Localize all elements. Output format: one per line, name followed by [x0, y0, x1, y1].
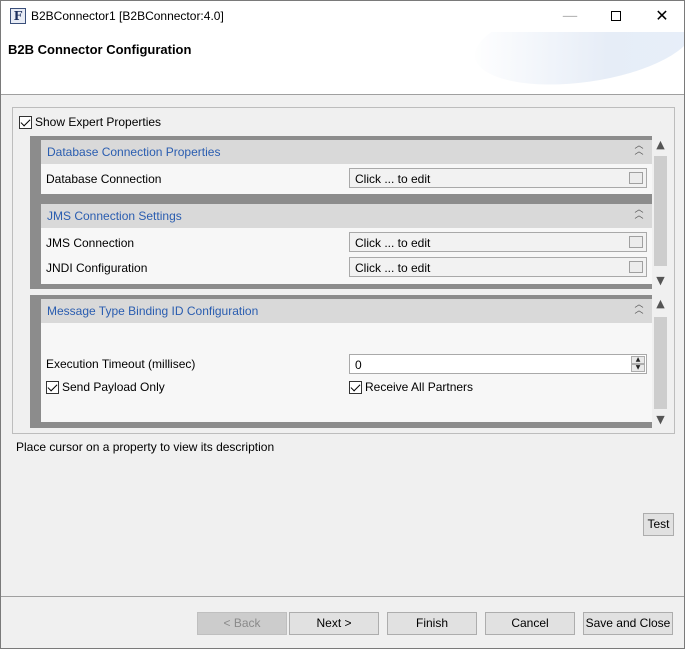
show-expert-checkbox[interactable]: [19, 116, 32, 129]
connection-panel: Database Connection Properties ︿ ︿ Databa…: [30, 136, 663, 289]
finish-button[interactable]: Finish: [387, 612, 477, 635]
send-payload-checkbox[interactable]: [46, 381, 59, 394]
send-payload-label: Send Payload Only: [62, 380, 165, 394]
message-section-title: Message Type Binding ID Configuration: [47, 304, 259, 318]
spin-down-icon[interactable]: ▼: [631, 364, 645, 372]
scroll-up-icon[interactable]: ▲: [652, 295, 669, 312]
dialog-window: F B2BConnector1 [B2BConnector:4.0] — ✕ B…: [0, 0, 685, 649]
connection-panel-scrollbar[interactable]: ▲ ▼: [652, 136, 669, 289]
execution-timeout-spinner[interactable]: ▲ ▼: [631, 356, 645, 372]
jndi-configuration-edit-button[interactable]: [629, 261, 643, 273]
message-section-body: Execution Timeout (millisec) 0 ▲ ▼ Send …: [41, 323, 653, 422]
database-section-header[interactable]: Database Connection Properties ︿ ︿: [41, 140, 653, 164]
title-bar: F B2BConnector1 [B2BConnector:4.0] — ✕: [1, 1, 684, 32]
maximize-button[interactable]: [593, 1, 639, 32]
properties-frame: Show Expert Properties Database Connecti…: [12, 107, 675, 434]
minimize-button[interactable]: —: [547, 1, 593, 32]
chevron-double-up-icon[interactable]: ︿ ︿: [633, 142, 645, 159]
message-section-header[interactable]: Message Type Binding ID Configuration ︿ ︿: [41, 299, 653, 323]
jms-connection-value: Click ... to edit: [355, 236, 431, 250]
wizard-header: B2B Connector Configuration: [1, 32, 684, 95]
database-section-body: Database Connection Click ... to edit: [41, 164, 653, 194]
jndi-configuration-label: JNDI Configuration: [46, 261, 148, 275]
jndi-configuration-value: Click ... to edit: [355, 261, 431, 275]
message-panel-scrollbar[interactable]: ▲ ▼: [652, 295, 669, 428]
jms-section-header[interactable]: JMS Connection Settings ︿ ︿: [41, 204, 653, 228]
back-button[interactable]: < Back: [197, 612, 287, 635]
scroll-down-icon[interactable]: ▼: [652, 272, 669, 289]
scroll-thumb[interactable]: [654, 317, 667, 409]
database-connection-field[interactable]: Click ... to edit: [349, 168, 647, 188]
next-button[interactable]: Next >: [289, 612, 379, 635]
jndi-configuration-field[interactable]: Click ... to edit: [349, 257, 647, 277]
cancel-button[interactable]: Cancel: [485, 612, 575, 635]
scroll-down-icon[interactable]: ▼: [652, 411, 669, 428]
minimize-icon: —: [562, 6, 578, 25]
close-button[interactable]: ✕: [639, 1, 684, 32]
message-panel: Message Type Binding ID Configuration ︿ ︿…: [30, 295, 663, 428]
scroll-thumb[interactable]: [654, 156, 667, 266]
jms-connection-field[interactable]: Click ... to edit: [349, 232, 647, 252]
close-icon: ✕: [655, 6, 669, 25]
database-connection-edit-button[interactable]: [629, 172, 643, 184]
app-icon: F: [10, 8, 26, 24]
jms-section-body: JMS Connection Click ... to edit JNDI Co…: [41, 228, 653, 284]
chevron-double-up-icon[interactable]: ︿ ︿: [633, 206, 645, 223]
chevron-double-up-icon[interactable]: ︿ ︿: [633, 301, 645, 318]
jms-section-title: JMS Connection Settings: [47, 209, 182, 223]
maximize-icon: [611, 10, 621, 21]
execution-timeout-field[interactable]: 0 ▲ ▼: [349, 354, 647, 374]
test-button[interactable]: Test: [643, 513, 674, 536]
jms-connection-edit-button[interactable]: [629, 236, 643, 248]
database-connection-value: Click ... to edit: [355, 172, 431, 186]
database-connection-label: Database Connection: [46, 172, 162, 186]
database-section-title: Database Connection Properties: [47, 145, 221, 159]
execution-timeout-label: Execution Timeout (millisec): [46, 357, 196, 371]
header-decoration: [469, 32, 684, 94]
scroll-up-icon[interactable]: ▲: [652, 136, 669, 153]
execution-timeout-value: 0: [355, 358, 362, 372]
jms-connection-label: JMS Connection: [46, 236, 135, 250]
save-and-close-button[interactable]: Save and Close: [583, 612, 673, 635]
page-title: B2B Connector Configuration: [8, 42, 192, 57]
window-title: B2BConnector1 [B2BConnector:4.0]: [31, 9, 224, 23]
property-description: Place cursor on a property to view its d…: [16, 440, 275, 454]
receive-all-partners-label: Receive All Partners: [365, 380, 474, 394]
footer-divider: [1, 596, 684, 597]
spin-up-icon[interactable]: ▲: [631, 356, 645, 364]
receive-all-partners-checkbox[interactable]: [349, 381, 362, 394]
show-expert-label: Show Expert Properties: [35, 115, 162, 129]
